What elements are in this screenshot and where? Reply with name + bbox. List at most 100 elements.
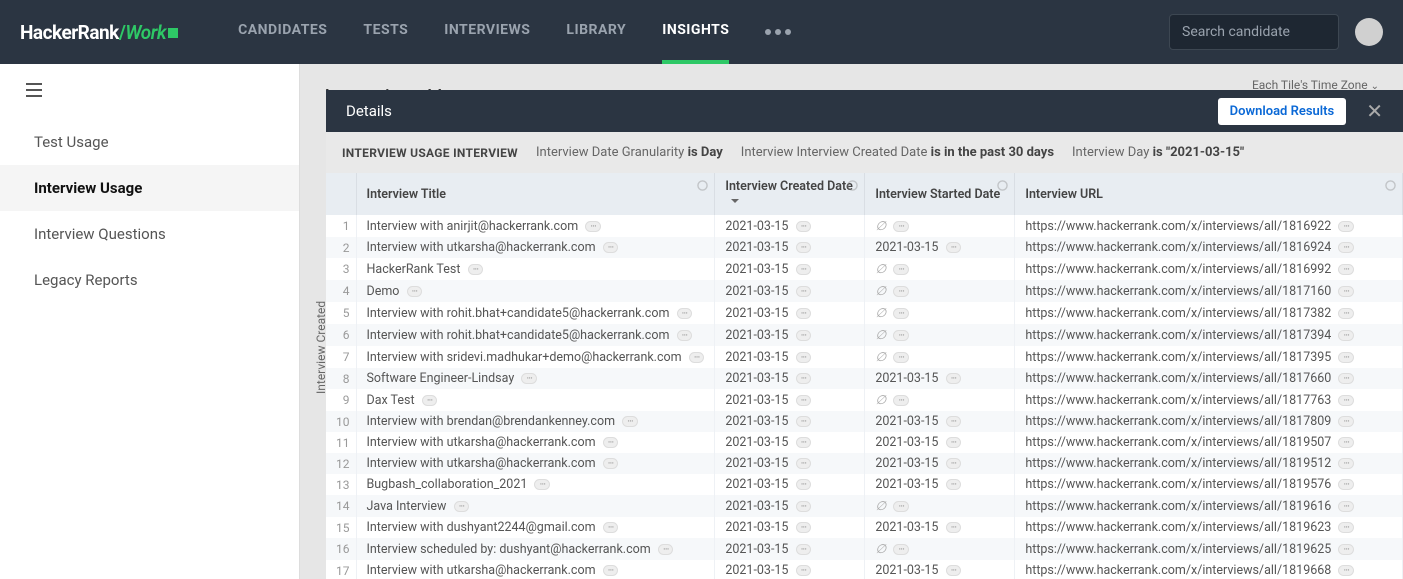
- table-row[interactable]: 11Interview with utkarsha@hackerrank.com…: [326, 432, 1403, 453]
- sidebar-item-interview-usage[interactable]: Interview Usage: [0, 165, 299, 211]
- ellipsis-icon[interactable]: ···: [1338, 264, 1354, 275]
- ellipsis-icon[interactable]: ···: [1338, 565, 1354, 576]
- ellipsis-icon[interactable]: ···: [796, 395, 812, 406]
- ellipsis-icon[interactable]: ···: [1338, 242, 1354, 253]
- close-icon[interactable]: ✕: [1366, 99, 1383, 123]
- logo[interactable]: HackerRank/Work: [20, 21, 178, 44]
- avatar[interactable]: [1355, 18, 1383, 46]
- ellipsis-icon[interactable]: ···: [1338, 458, 1354, 469]
- ellipsis-icon[interactable]: ···: [521, 373, 537, 384]
- ellipsis-icon[interactable]: ···: [796, 373, 812, 384]
- ellipsis-icon[interactable]: ···: [893, 352, 909, 363]
- ellipsis-icon[interactable]: ···: [796, 479, 812, 490]
- table-row[interactable]: 6Interview with rohit.bhat+candidate5@ha…: [326, 324, 1403, 346]
- ellipsis-icon[interactable]: ···: [893, 221, 909, 232]
- nav-more-icon[interactable]: [765, 29, 791, 35]
- ellipsis-icon[interactable]: ···: [796, 501, 812, 512]
- table-row[interactable]: 14Java Interview ···2021-03-15 ···∅ ···h…: [326, 495, 1403, 517]
- table-row[interactable]: 5Interview with rohit.bhat+candidate5@ha…: [326, 302, 1403, 324]
- ellipsis-icon[interactable]: ···: [534, 479, 550, 490]
- ellipsis-icon[interactable]: ···: [622, 416, 638, 427]
- ellipsis-icon[interactable]: ···: [796, 352, 812, 363]
- sidebar-item-legacy-reports[interactable]: Legacy Reports: [0, 257, 299, 303]
- ellipsis-icon[interactable]: ···: [946, 437, 962, 448]
- ellipsis-icon[interactable]: ···: [796, 308, 812, 319]
- ellipsis-icon[interactable]: ···: [796, 522, 812, 533]
- table-row[interactable]: 4Demo ···2021-03-15 ···∅ ···https://www.…: [326, 280, 1403, 302]
- table-row[interactable]: 15Interview with dushyant2244@gmail.com …: [326, 517, 1403, 538]
- ellipsis-icon[interactable]: ···: [689, 352, 705, 363]
- ellipsis-icon[interactable]: ···: [893, 308, 909, 319]
- table-scroll[interactable]: Interview TitleInterview Created DateInt…: [326, 173, 1403, 579]
- sidebar-item-test-usage[interactable]: Test Usage: [0, 119, 299, 165]
- ellipsis-icon[interactable]: ···: [407, 286, 423, 297]
- ellipsis-icon[interactable]: ···: [946, 458, 962, 469]
- gear-icon[interactable]: [1385, 180, 1396, 191]
- col-interview-created-date[interactable]: Interview Created Date: [715, 173, 865, 215]
- ellipsis-icon[interactable]: ···: [893, 501, 909, 512]
- ellipsis-icon[interactable]: ···: [603, 522, 619, 533]
- ellipsis-icon[interactable]: ···: [1338, 308, 1354, 319]
- ellipsis-icon[interactable]: ···: [468, 264, 484, 275]
- table-row[interactable]: 17Interview with utkarsha@hackerrank.com…: [326, 560, 1403, 579]
- ellipsis-icon[interactable]: ···: [1338, 221, 1354, 232]
- gear-icon[interactable]: [697, 180, 708, 191]
- ellipsis-icon[interactable]: ···: [454, 501, 470, 512]
- table-row[interactable]: 1Interview with anirjit@hackerrank.com ·…: [326, 215, 1403, 237]
- col-interview-started-date[interactable]: Interview Started Date: [865, 173, 1015, 215]
- ellipsis-icon[interactable]: ···: [946, 416, 962, 427]
- gear-icon[interactable]: [847, 180, 858, 191]
- ellipsis-icon[interactable]: ···: [1338, 437, 1354, 448]
- ellipsis-icon[interactable]: ···: [946, 373, 962, 384]
- ellipsis-icon[interactable]: ···: [603, 242, 619, 253]
- ellipsis-icon[interactable]: ···: [946, 242, 962, 253]
- ellipsis-icon[interactable]: ···: [1338, 501, 1354, 512]
- table-row[interactable]: 12Interview with utkarsha@hackerrank.com…: [326, 453, 1403, 474]
- ellipsis-icon[interactable]: ···: [796, 286, 812, 297]
- filter-chip[interactable]: Interview Day is "2021-03-15": [1072, 145, 1244, 160]
- ellipsis-icon[interactable]: ···: [893, 286, 909, 297]
- ellipsis-icon[interactable]: ···: [796, 544, 812, 555]
- ellipsis-icon[interactable]: ···: [603, 458, 619, 469]
- nav-insights[interactable]: INSIGHTS: [662, 0, 729, 64]
- ellipsis-icon[interactable]: ···: [1338, 544, 1354, 555]
- nav-interviews[interactable]: INTERVIEWS: [444, 0, 530, 64]
- ellipsis-icon[interactable]: ···: [585, 221, 601, 232]
- table-row[interactable]: 3HackerRank Test ···2021-03-15 ···∅ ···h…: [326, 258, 1403, 280]
- ellipsis-icon[interactable]: ···: [796, 565, 812, 576]
- ellipsis-icon[interactable]: ···: [677, 330, 693, 341]
- sidebar-item-interview-questions[interactable]: Interview Questions: [0, 211, 299, 257]
- search-input[interactable]: [1169, 14, 1339, 50]
- ellipsis-icon[interactable]: ···: [796, 264, 812, 275]
- gear-icon[interactable]: [997, 180, 1008, 191]
- hamburger-icon[interactable]: [0, 64, 299, 119]
- table-row[interactable]: 8Software Engineer-Lindsay ···2021-03-15…: [326, 368, 1403, 389]
- col-interview-title[interactable]: Interview Title: [356, 173, 715, 215]
- ellipsis-icon[interactable]: ···: [796, 330, 812, 341]
- ellipsis-icon[interactable]: ···: [603, 565, 619, 576]
- ellipsis-icon[interactable]: ···: [1338, 352, 1354, 363]
- ellipsis-icon[interactable]: ···: [796, 458, 812, 469]
- nav-library[interactable]: LIBRARY: [566, 0, 626, 64]
- nav-tests[interactable]: TESTS: [363, 0, 408, 64]
- col-interview-url[interactable]: Interview URL: [1015, 173, 1403, 215]
- ellipsis-icon[interactable]: ···: [796, 416, 812, 427]
- ellipsis-icon[interactable]: ···: [946, 522, 962, 533]
- ellipsis-icon[interactable]: ···: [946, 479, 962, 490]
- ellipsis-icon[interactable]: ···: [796, 437, 812, 448]
- ellipsis-icon[interactable]: ···: [422, 395, 438, 406]
- ellipsis-icon[interactable]: ···: [946, 565, 962, 576]
- table-row[interactable]: 10Interview with brendan@brendankenney.c…: [326, 411, 1403, 432]
- ellipsis-icon[interactable]: ···: [796, 242, 812, 253]
- nav-candidates[interactable]: CANDIDATES: [238, 0, 327, 64]
- ellipsis-icon[interactable]: ···: [796, 221, 812, 232]
- filter-chip[interactable]: Interview Interview Created Date is in t…: [741, 145, 1054, 160]
- ellipsis-icon[interactable]: ···: [677, 308, 693, 319]
- download-results-button[interactable]: Download Results: [1218, 98, 1347, 125]
- ellipsis-icon[interactable]: ···: [1338, 416, 1354, 427]
- ellipsis-icon[interactable]: ···: [603, 437, 619, 448]
- ellipsis-icon[interactable]: ···: [1338, 522, 1354, 533]
- ellipsis-icon[interactable]: ···: [893, 544, 909, 555]
- ellipsis-icon[interactable]: ···: [1338, 373, 1354, 384]
- table-row[interactable]: 9Dax Test ···2021-03-15 ···∅ ···https://…: [326, 389, 1403, 411]
